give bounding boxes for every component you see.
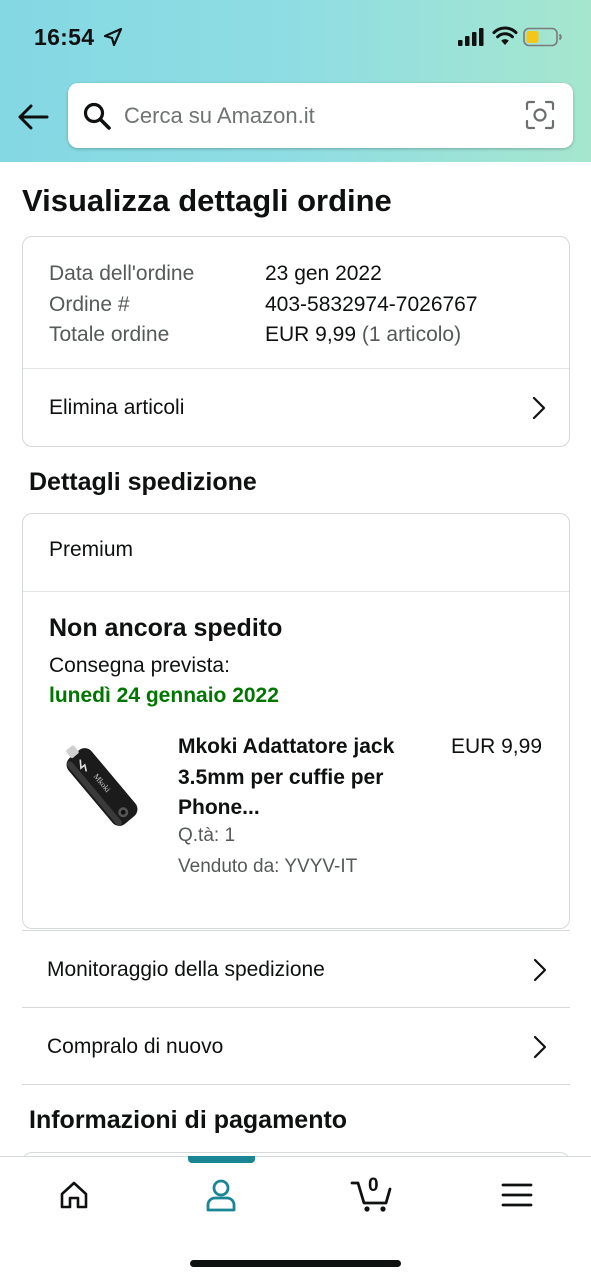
hamburger-menu-icon (501, 1183, 533, 1207)
bottom-nav: 0 (0, 1156, 591, 1280)
back-arrow-icon[interactable] (16, 100, 50, 134)
order-total-row: Totale ordine EUR 9,99 (1 articolo) (49, 320, 478, 351)
order-total-label: Totale ordine (49, 323, 170, 346)
nav-home[interactable] (29, 1175, 119, 1215)
track-shipment-label: Monitoraggio della spedizione (47, 957, 325, 981)
order-total-value: EUR 9,99 (1 articolo) (265, 320, 461, 351)
cellular-signal-icon (458, 28, 484, 46)
chevron-right-icon (533, 958, 547, 981)
order-total-amount: EUR 9,99 (265, 323, 357, 346)
product-title-link[interactable]: Mkoki Adattatore jack 3.5mm per cuffie p… (178, 732, 436, 824)
delivery-date: lunedì 24 gennaio 2022 (49, 684, 279, 707)
account-icon (206, 1179, 236, 1212)
status-bar: 16:54 (0, 0, 591, 76)
home-icon (60, 1181, 88, 1209)
nav-account[interactable] (176, 1175, 266, 1215)
app-header: 16:54 (0, 0, 591, 162)
chevron-right-icon (532, 396, 546, 420)
order-info: Data dell'ordine 23 gen 2022 Ordine # 40… (49, 259, 478, 351)
nav-menu[interactable] (472, 1175, 562, 1215)
delivery-label: Consegna prevista: (49, 654, 230, 677)
remove-items-button[interactable]: Elimina articoli (23, 369, 569, 447)
shipping-section-title: Dettagli spedizione (29, 468, 257, 496)
order-item-count: (1 articolo) (361, 323, 462, 346)
shipment-status: Non ancora spedito (49, 614, 283, 642)
order-number-value: 403-5832974-7026767 (265, 292, 478, 316)
product-image[interactable]: Mkoki (51, 736, 153, 838)
order-date-value: 23 gen 2022 (265, 262, 382, 285)
payment-section-title: Informazioni di pagamento (29, 1106, 348, 1134)
wifi-icon (492, 26, 518, 45)
battery-icon (523, 27, 562, 47)
buy-again-label: Compralo di nuovo (47, 1034, 224, 1058)
track-shipment-button[interactable]: Monitoraggio della spedizione (22, 931, 570, 1008)
camera-scan-icon[interactable] (525, 100, 555, 130)
shipping-service: Premium (49, 538, 134, 561)
product-quantity: Q.tà: 1 (178, 825, 236, 846)
divider (23, 591, 569, 592)
search-bar[interactable] (68, 83, 573, 148)
location-arrow-icon (103, 27, 123, 47)
shipment-card: Premium Non ancora spedito Consegna prev… (22, 513, 570, 929)
active-tab-indicator (188, 1156, 255, 1163)
search-icon (83, 102, 111, 130)
product-seller: Venduto da: YVYV-IT (178, 856, 358, 877)
product-price: EUR 9,99 (450, 735, 542, 758)
order-number-row: Ordine # 403-5832974-7026767 (49, 290, 478, 321)
order-summary-card: Data dell'ordine 23 gen 2022 Ordine # 40… (22, 236, 570, 447)
buy-again-button[interactable]: Compralo di nuovo (22, 1008, 570, 1085)
search-input[interactable] (124, 93, 504, 138)
home-indicator (190, 1260, 401, 1267)
nav-cart[interactable]: 0 (325, 1175, 419, 1215)
order-date-row: Data dell'ordine 23 gen 2022 (49, 259, 478, 290)
order-number-label: Ordine # (49, 292, 130, 316)
divider (22, 1084, 570, 1085)
page-title: Visualizza dettagli ordine (22, 183, 392, 218)
chevron-right-icon (533, 1035, 547, 1058)
order-date-label: Data dell'ordine (49, 262, 195, 285)
cart-count: 0 (368, 1175, 379, 1196)
remove-items-label: Elimina articoli (49, 396, 185, 419)
status-time: 16:54 (34, 24, 95, 50)
